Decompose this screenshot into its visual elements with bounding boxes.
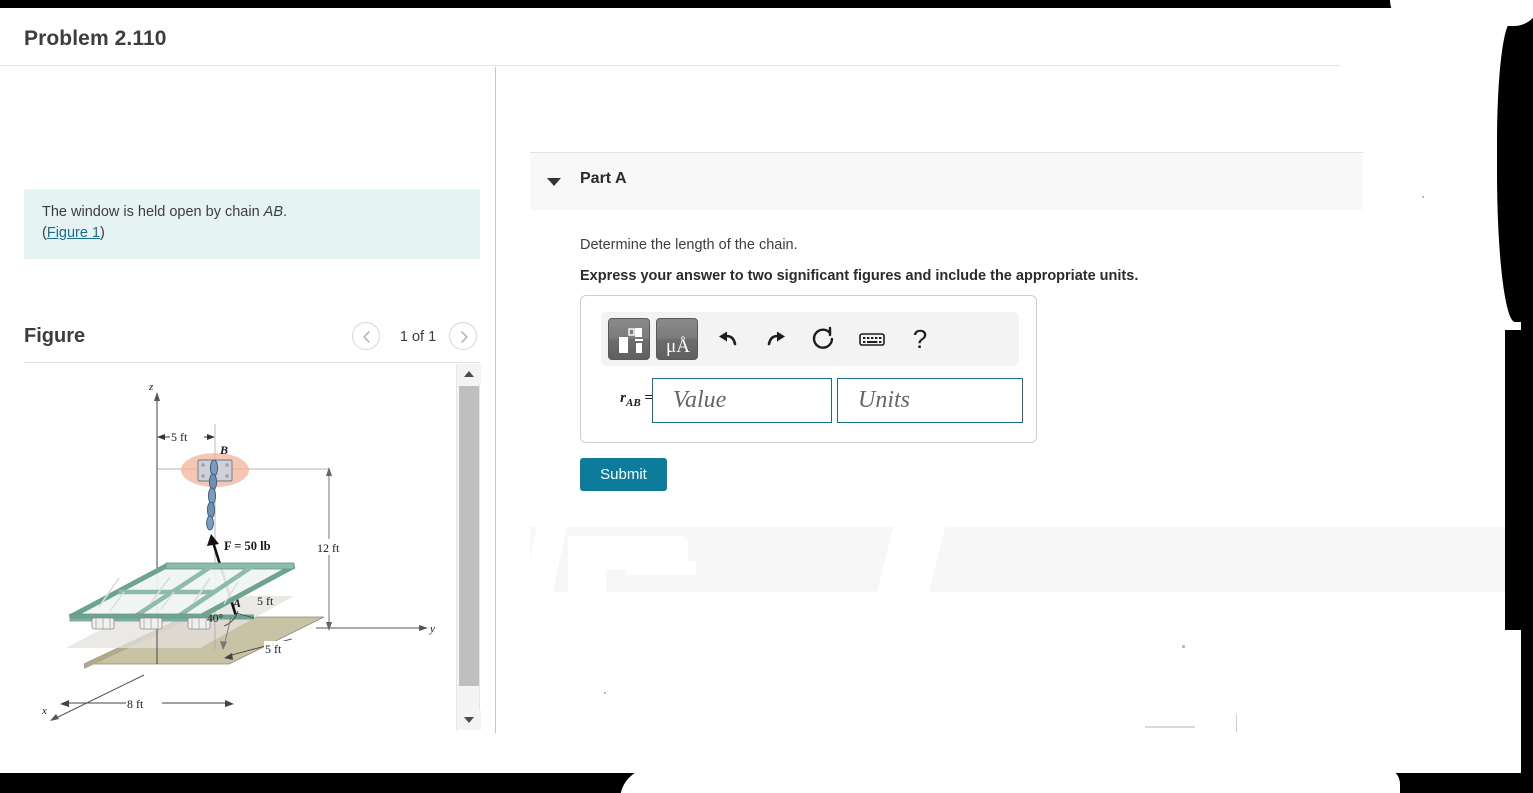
page-header: Problem 2.110 xyxy=(0,8,1340,66)
units-input[interactable] xyxy=(837,378,1023,423)
y-axis-arrow xyxy=(419,625,428,631)
figure-next-button[interactable] xyxy=(449,322,477,350)
answer-subscript: AB xyxy=(626,397,641,409)
paren-close: ) xyxy=(100,225,105,241)
keyboard-icon[interactable] xyxy=(857,324,887,354)
force-label: F = 50 lb xyxy=(224,539,271,553)
window-chain-diagram: z y x 5 ft B F = 50 lb A 12 ft 5 ft 40° … xyxy=(41,381,435,721)
capture-mask-top xyxy=(0,0,1533,8)
footer-mask-1 xyxy=(523,527,567,592)
figure-counter: 1 of 1 xyxy=(399,329,437,345)
dim-top-arrow-right xyxy=(207,434,215,440)
footer-bar xyxy=(523,527,1520,592)
question-text: Determine the length of the chain. xyxy=(580,237,798,253)
instruction-text: Express your answer to two significant f… xyxy=(580,268,1139,284)
dim-12ft-arrow-top xyxy=(326,467,332,476)
bracket-bolt-2 xyxy=(225,463,229,467)
figure-1-link[interactable]: Figure 1 xyxy=(47,225,100,241)
submit-button[interactable]: Submit xyxy=(580,458,667,491)
y-axis-label: y xyxy=(429,623,435,635)
footer-mask-3 xyxy=(568,536,606,592)
dim-5ft-window-label: 5 ft xyxy=(257,594,274,608)
right-pane: Part A Determine the length of the chain… xyxy=(496,67,1533,733)
artifact-speck-2 xyxy=(604,692,606,694)
dim-12ft-label: 12 ft xyxy=(317,541,340,555)
capture-mask-topright-curve xyxy=(1390,0,1533,26)
answer-variable-label: rAB = xyxy=(595,390,653,409)
answer-entry-box: μÅ ? rAB = Value Units xyxy=(580,295,1037,443)
dim-top-arrow-left xyxy=(157,434,165,440)
problem-statement-box: The window is held open by chain AB. (Fi… xyxy=(24,189,480,259)
force-vector-arrow xyxy=(207,534,219,546)
artifact-speck-5 xyxy=(1422,196,1424,198)
bracket-bolt-1 xyxy=(201,463,205,467)
units-button[interactable]: μÅ xyxy=(656,318,698,360)
scrollbar-down-button[interactable] xyxy=(457,710,481,730)
dim-5ft-depth-label: 5 ft xyxy=(265,642,282,656)
z-axis-label: z xyxy=(148,381,154,393)
math-template-button[interactable] xyxy=(608,318,650,360)
figure-separator xyxy=(24,362,480,363)
figure-header: Figure 1 of 1 xyxy=(24,317,480,367)
figure-scrollbar[interactable] xyxy=(456,364,481,730)
value-input[interactable] xyxy=(652,378,832,423)
bracket-bolt-3 xyxy=(201,474,205,478)
help-icon[interactable]: ? xyxy=(905,324,935,354)
scrollbar-thumb[interactable] xyxy=(459,386,479,686)
bracket-bolt-4 xyxy=(225,474,229,478)
dim-12ft-arrow-bottom xyxy=(326,622,332,631)
figure-prev-button[interactable] xyxy=(352,322,380,350)
reset-circle-icon[interactable] xyxy=(809,324,839,354)
page-title: Problem 2.110 xyxy=(24,27,167,50)
caret-down-icon[interactable] xyxy=(547,178,561,186)
figure-viewport[interactable]: z y x 5 ft B F = 50 lb A 12 ft 5 ft 40° … xyxy=(24,364,456,730)
dim-top-label: 5 ft xyxy=(171,430,188,444)
x-axis-label: x xyxy=(41,705,47,717)
statement-text-before: The window is held open by chain xyxy=(42,204,264,220)
artifact-speck-1 xyxy=(1182,645,1185,648)
math-toolbar: μÅ ? xyxy=(601,312,1019,366)
problem-statement-text: The window is held open by chain AB. (Fi… xyxy=(42,202,462,244)
units-glyph: μÅ xyxy=(666,336,690,357)
window-hinges xyxy=(91,617,211,630)
footer-mask-4 xyxy=(876,527,946,592)
artifact-speck-4 xyxy=(1236,714,1237,732)
part-a-header[interactable]: Part A xyxy=(530,152,1363,210)
redo-arrow-icon[interactable] xyxy=(761,324,791,354)
statement-variable: AB xyxy=(263,204,284,220)
undo-arrow-icon[interactable] xyxy=(713,324,743,354)
part-a-title: Part A xyxy=(580,170,627,187)
dim-8ft-arrow-left xyxy=(60,700,69,707)
app-root: Problem 2.110 The window is held open by… xyxy=(0,0,1533,793)
left-pane: The window is held open by chain AB. (Fi… xyxy=(0,67,495,733)
dim-8ft-arrow-right xyxy=(225,700,234,707)
dim-8ft-label: 8 ft xyxy=(127,697,144,711)
angle-label: 40° xyxy=(207,613,224,625)
capture-mask-bottom-curve xyxy=(620,768,1400,793)
pane-divider xyxy=(495,67,496,733)
scrollbar-up-button[interactable] xyxy=(457,364,481,384)
statement-text-after: . xyxy=(283,204,288,220)
capture-mask-bottom xyxy=(0,773,1533,793)
point-b-label: B xyxy=(219,443,228,457)
z-axis-arrow xyxy=(154,392,160,401)
math-template-icon xyxy=(619,328,643,353)
x-axis-arrow xyxy=(50,714,59,721)
figure-section-label: Figure xyxy=(24,325,86,347)
footer-mask-5 xyxy=(626,561,696,575)
answer-row: rAB = xyxy=(581,376,1038,426)
artifact-speck-3 xyxy=(1145,726,1195,728)
